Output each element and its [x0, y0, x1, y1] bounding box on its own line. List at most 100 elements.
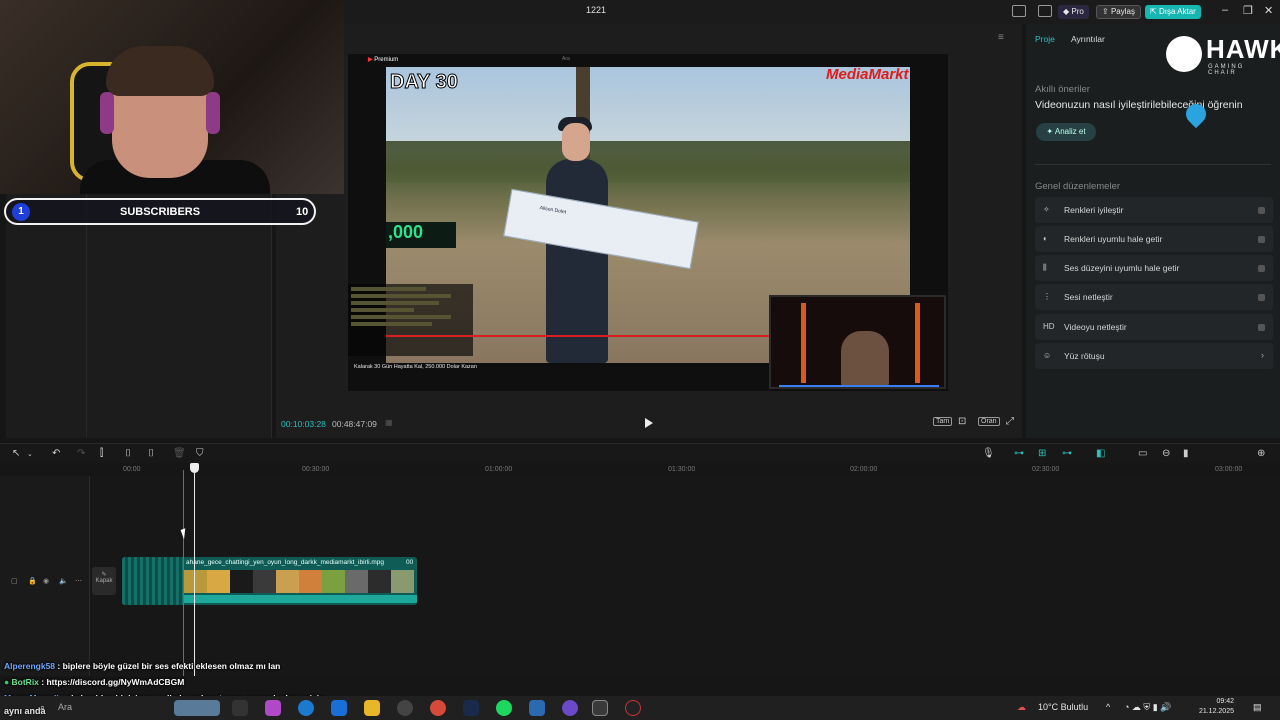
streamer-hair: [106, 46, 214, 96]
enhance-colors-row[interactable]: ✧ Renkleri iyileştir: [1035, 197, 1273, 223]
chevron-right-icon[interactable]: ›: [1261, 350, 1264, 360]
redo-icon[interactable]: ↷: [77, 448, 85, 459]
full-button[interactable]: Tam: [933, 417, 953, 426]
zoom-in-icon[interactable]: ⊕: [1257, 448, 1265, 459]
timeline-ruler[interactable]: 00:00 00:30:00 01:00:00 01:30:00 02:00:0…: [90, 464, 1280, 476]
snap-icon[interactable]: ⊶: [1062, 448, 1072, 459]
spotify-icon[interactable]: [496, 700, 512, 716]
row-label: Ses düzeyini uyumlu hale getir: [1064, 263, 1180, 273]
taskbar-widget[interactable]: [174, 700, 220, 716]
layout-icon[interactable]: [1012, 5, 1026, 17]
row-toggle[interactable]: [1258, 265, 1265, 272]
row-toggle[interactable]: [1258, 236, 1265, 243]
clip-duration: 00: [406, 559, 414, 566]
pro-button[interactable]: ◆ Pro: [1058, 5, 1089, 19]
streamer-cam: [769, 295, 946, 389]
menu-icon[interactable]: ≡: [998, 32, 1004, 43]
task-view-icon[interactable]: [232, 700, 248, 716]
cover-button[interactable]: ✎ Kapak: [92, 567, 116, 595]
clip-name: ahane_gece_chattingi_yen_oyun_long_darkk…: [186, 559, 385, 566]
snapshot-icon[interactable]: ⊡: [958, 416, 966, 427]
tray-chevron-icon[interactable]: ^: [1106, 702, 1110, 712]
playhead-handle[interactable]: [190, 463, 199, 473]
magnet-icon[interactable]: ⊞: [1038, 448, 1046, 459]
delete-icon[interactable]: 🗑: [173, 448, 186, 459]
close-icon[interactable]: ✕: [1264, 4, 1273, 17]
sharpen-video-row[interactable]: HD Videoyu netleştir: [1035, 314, 1273, 340]
row-toggle[interactable]: [1258, 294, 1265, 301]
more-icon[interactable]: ⋯: [75, 577, 82, 585]
discord-icon[interactable]: [562, 700, 578, 716]
copilot-icon[interactable]: [265, 700, 281, 716]
xbox-icon[interactable]: [397, 700, 413, 716]
select-tool-icon[interactable]: ↖: [12, 448, 20, 459]
window-title: 1221: [585, 5, 607, 15]
search-icon[interactable]: ⌕: [40, 702, 45, 713]
grid-icon[interactable]: ▦: [385, 418, 393, 427]
obs-icon[interactable]: [625, 700, 641, 716]
analyze-button[interactable]: ✦ Analiz et: [1036, 123, 1096, 141]
speaker-icon[interactable]: 🔈: [59, 577, 68, 585]
export-label: Dışa Aktar: [1158, 7, 1196, 16]
battlenet-icon[interactable]: [529, 700, 545, 716]
restore-icon[interactable]: ❐: [1243, 4, 1253, 17]
face-retouch-row[interactable]: ☺ Yüz rötuşu ›: [1035, 343, 1273, 369]
row-toggle[interactable]: [1258, 324, 1265, 331]
edge-icon[interactable]: [298, 700, 314, 716]
caption-icon[interactable]: ▭: [1138, 448, 1147, 459]
chevron-down-icon[interactable]: ⌄: [27, 450, 33, 458]
denoise-audio-row[interactable]: ⋮ Sesi netleştir: [1035, 284, 1273, 310]
zoom-out-icon[interactable]: ⊖: [1162, 448, 1170, 459]
ruler-tick: 01:00:00: [485, 466, 513, 473]
tray-icons[interactable]: ◔ ☁ ⛨ ▮ 🔊: [1124, 702, 1171, 713]
video-clip[interactable]: ahane_gece_chattingi_yen_oyun_long_darkk…: [122, 557, 417, 605]
zoom-slider-handle[interactable]: ▮: [1183, 448, 1189, 459]
tree-line: [386, 141, 910, 183]
ratio-button[interactable]: Oran: [978, 417, 1000, 426]
shield-icon[interactable]: ⛉: [196, 448, 204, 459]
clip-thumbnail: [391, 570, 414, 593]
match-colors-row[interactable]: ◐ Renkleri uyumlu hale getir: [1035, 226, 1273, 252]
export-button[interactable]: ⇱ Dışa Aktar: [1145, 5, 1201, 19]
clip-thumbnail: [276, 570, 299, 593]
weather-text[interactable]: 10°C Bulutlu: [1038, 702, 1088, 712]
preview-toggle-icon[interactable]: ◧: [1096, 448, 1105, 459]
clock-date[interactable]: 21.12.2025: [1196, 708, 1234, 715]
taskbar-search[interactable]: Ara: [58, 702, 72, 712]
hawk-logo: HAWK GAMING CHAIR: [1166, 34, 1280, 76]
minimize-icon[interactable]: –: [1222, 4, 1228, 16]
file-explorer-icon[interactable]: [364, 700, 380, 716]
clock-time[interactable]: 09:42: [1196, 698, 1234, 705]
normalize-volume-row[interactable]: ⫼ Ses düzeyini uyumlu hale getir: [1035, 255, 1273, 281]
tab-proje[interactable]: Proje: [1035, 34, 1055, 44]
track-select-icon[interactable]: ▢: [11, 577, 18, 585]
undo-icon[interactable]: ↶: [52, 448, 60, 459]
face-icon: ☺: [1043, 351, 1052, 360]
playhead-line[interactable]: [194, 463, 195, 676]
lock-icon[interactable]: 🔒: [28, 577, 37, 585]
trim-right-icon[interactable]: ⌷: [148, 448, 154, 459]
panel-icon[interactable]: [1038, 5, 1052, 17]
notification-icon[interactable]: ▤: [1253, 702, 1262, 713]
hawk-word: HAWK: [1206, 34, 1280, 64]
outlook-icon[interactable]: [331, 700, 347, 716]
subscriber-goal: 10: [296, 206, 309, 218]
total-timecode: 00:48:47:09: [332, 419, 377, 429]
eye-icon[interactable]: ◉: [43, 577, 49, 585]
fullscreen-icon[interactable]: ⤢: [1006, 416, 1014, 427]
trim-left-icon[interactable]: ⌷: [125, 448, 131, 459]
microphone-icon[interactable]: 🎙: [982, 448, 995, 459]
play-icon[interactable]: [645, 418, 653, 428]
tab-ayrintilar[interactable]: Ayrıntılar: [1071, 34, 1105, 44]
chrome-icon[interactable]: [430, 700, 446, 716]
steam-icon[interactable]: [463, 700, 479, 716]
link-icon[interactable]: ⊶: [1014, 448, 1024, 459]
chat-message: Alperengk58 : biplere böyle güzel bir se…: [4, 661, 280, 671]
share-button[interactable]: ⇪ Paylaş: [1096, 5, 1141, 19]
share-label: Paylaş: [1110, 7, 1135, 16]
brand-logo: MediaMarkt: [826, 66, 909, 83]
split-icon[interactable]: ⫿: [100, 448, 103, 459]
capcut-icon[interactable]: [592, 700, 608, 716]
row-toggle[interactable]: [1258, 207, 1265, 214]
preview-video[interactable]: ▶ Premium Ara Alison Dolet DAY 30 MediaM…: [348, 54, 948, 391]
